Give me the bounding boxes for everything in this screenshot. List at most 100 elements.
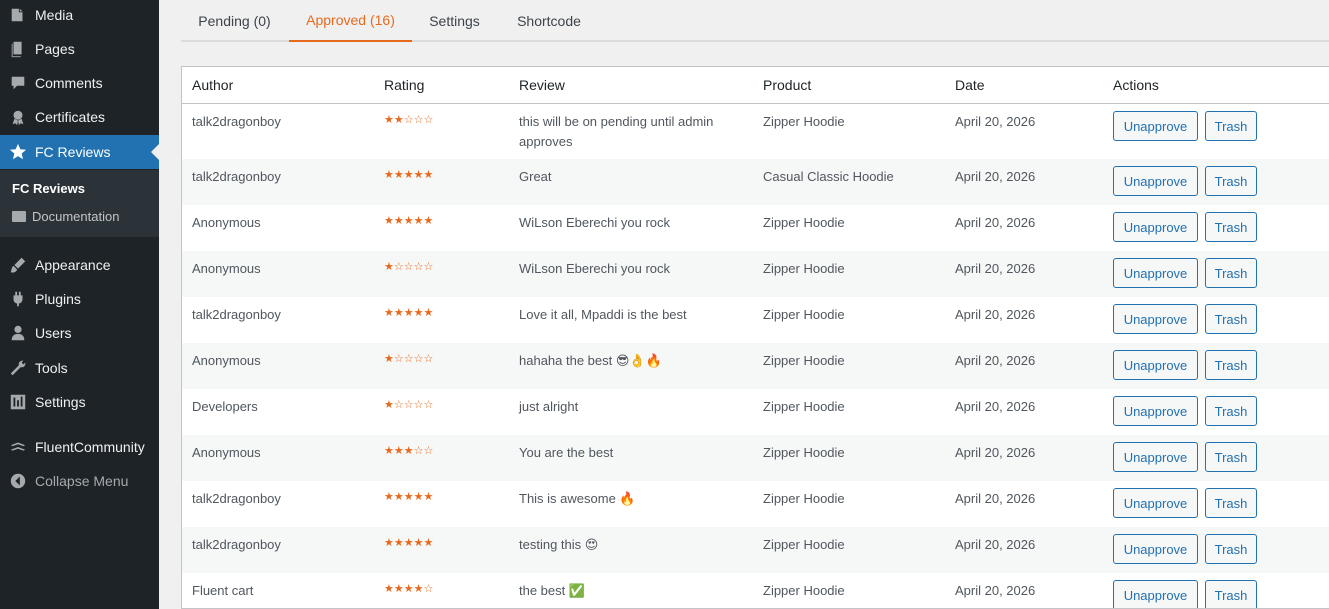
trash-button[interactable]: Trash: [1205, 488, 1257, 518]
unapprove-button[interactable]: Unapprove: [1113, 488, 1198, 518]
sidebar-item-comments[interactable]: Comments: [0, 66, 159, 100]
sidebar-item-label: Plugins: [35, 291, 81, 307]
review-text: You are the best: [519, 445, 614, 460]
tab-pending[interactable]: Pending (0): [181, 0, 288, 42]
table-row: talk2dragonboy ★★★★★ testing this 😍 Zipper …: [182, 527, 1329, 573]
sidebar-item-fc-reviews[interactable]: FC Reviews: [0, 135, 159, 169]
star-filled-icon: ★: [423, 215, 434, 227]
submenu-documentation[interactable]: Documentation: [12, 209, 119, 224]
trash-button[interactable]: Trash: [1205, 258, 1257, 288]
star-empty-icon: ☆: [403, 353, 414, 365]
star-filled-icon: ★: [384, 445, 394, 457]
trash-button[interactable]: Trash: [1205, 396, 1257, 426]
sidebar-item-label: Users: [35, 325, 72, 341]
unapprove-button[interactable]: Unapprove: [1113, 212, 1198, 242]
rating-stars: ★★★★☆: [384, 582, 433, 595]
table-row: Anonymous ★★★☆☆ You are the best Zipper Hoo…: [182, 435, 1329, 481]
trash-button[interactable]: Trash: [1205, 580, 1257, 608]
trash-button[interactable]: Trash: [1205, 166, 1257, 196]
trash-button[interactable]: Trash: [1205, 212, 1257, 242]
cell-date: April 20, 2026: [955, 114, 1036, 129]
star-filled-icon: ★: [384, 307, 394, 319]
tab-shortcode[interactable]: Shortcode: [506, 0, 592, 42]
cell-review: You are the best: [519, 443, 739, 463]
cell-review: hahaha the best 😎👌🔥: [519, 351, 739, 371]
cell-product: Zipper Hoodie: [763, 491, 845, 506]
cell-review: Great: [519, 167, 739, 187]
star-filled-icon: ★: [384, 261, 394, 273]
rating-stars: ★★★★★: [384, 306, 433, 319]
cell-review: WiLson Eberechi you rock: [519, 213, 739, 233]
tab-settings[interactable]: Settings: [417, 0, 492, 42]
unapprove-button[interactable]: Unapprove: [1113, 580, 1198, 608]
cell-review: This is awesome 🔥: [519, 489, 739, 509]
unapprove-button[interactable]: Unapprove: [1113, 534, 1198, 564]
rating-stars: ★★☆☆☆: [384, 113, 433, 126]
star-filled-icon: ★: [403, 583, 414, 595]
star-empty-icon: ☆: [403, 399, 414, 411]
sidebar-item-media[interactable]: Media: [0, 0, 159, 32]
sidebar-item-certificates[interactable]: Certificates: [0, 100, 159, 134]
review-tabs: Pending (0) Approved (16) Settings Short…: [181, 0, 1329, 42]
trash-button[interactable]: Trash: [1205, 534, 1257, 564]
star-filled-icon: ★: [384, 583, 394, 595]
unapprove-button[interactable]: Unapprove: [1113, 396, 1198, 426]
cell-author: Fluent cart: [192, 583, 254, 598]
rating-stars: ★★★☆☆: [384, 444, 433, 457]
review-text: testing this 😍: [519, 537, 599, 552]
media-icon: [0, 0, 35, 32]
cell-review: the best ✅: [519, 581, 739, 601]
star-filled-icon: ★: [403, 307, 414, 319]
unapprove-button[interactable]: Unapprove: [1113, 258, 1198, 288]
rating-stars: ★★★★★: [384, 536, 433, 549]
sidebar-item-plugins[interactable]: Plugins: [0, 282, 159, 316]
cell-product: Zipper Hoodie: [763, 114, 845, 129]
star-empty-icon: ☆: [393, 261, 404, 273]
star-filled-icon: ★: [384, 215, 394, 227]
settings-icon: [0, 385, 35, 419]
review-text: this will be on pending until admin: [519, 114, 714, 129]
users-icon: [0, 316, 35, 350]
cell-date: April 20, 2026: [955, 583, 1036, 598]
collapse-menu-button[interactable]: Collapse Menu: [0, 464, 159, 498]
cell-review: Love it all, Mpaddi is the best: [519, 305, 739, 325]
book-icon: [12, 211, 26, 222]
sidebar-item-appearance[interactable]: Appearance: [0, 248, 159, 282]
unapprove-button[interactable]: Unapprove: [1113, 111, 1198, 141]
cell-author: talk2dragonboy: [192, 537, 281, 552]
trash-button[interactable]: Trash: [1205, 442, 1257, 472]
cell-product: Zipper Hoodie: [763, 399, 845, 414]
sidebar-item-fluentcommunity[interactable]: FluentCommunity: [0, 430, 159, 464]
table-row: talk2dragonboy ★★★★★ Love it all, Mpaddi i…: [182, 297, 1329, 343]
trash-button[interactable]: Trash: [1205, 350, 1257, 380]
sidebar-item-label: Pages: [35, 41, 75, 57]
trash-button[interactable]: Trash: [1205, 304, 1257, 334]
header-date: Date: [955, 77, 985, 93]
star-empty-icon: ☆: [413, 445, 424, 457]
sidebar-item-label: FC Reviews: [35, 144, 111, 160]
star-filled-icon: ★: [403, 169, 414, 181]
cell-review: this will be on pending until admin appro…: [519, 112, 739, 152]
review-text: WiLson Eberechi you rock: [519, 215, 671, 230]
star-filled-icon: ★: [413, 307, 424, 319]
tab-approved[interactable]: Approved (16): [289, 0, 412, 42]
sidebar-item-pages[interactable]: Pages: [0, 32, 159, 66]
table-row: talk2dragonboy ★★★★★ This is awesome 🔥 Zipp…: [182, 481, 1329, 527]
unapprove-button[interactable]: Unapprove: [1113, 166, 1198, 196]
sidebar-item-label: Media: [35, 7, 74, 23]
sidebar-item-settings[interactable]: Settings: [0, 385, 159, 419]
sidebar-item-tools[interactable]: Tools: [0, 351, 159, 385]
cell-product: Casual Classic Hoodie: [763, 169, 894, 184]
unapprove-button[interactable]: Unapprove: [1113, 304, 1198, 334]
wrench-icon: [0, 351, 35, 385]
sidebar-item-users[interactable]: Users: [0, 316, 159, 350]
cell-date: April 20, 2026: [955, 215, 1036, 230]
star-filled-icon: ★: [403, 445, 414, 457]
submenu-fc-reviews[interactable]: FC Reviews: [12, 181, 85, 196]
table-row: Developers ★☆☆☆☆ just alright Zipper Hoodie…: [182, 389, 1329, 435]
unapprove-button[interactable]: Unapprove: [1113, 442, 1198, 472]
trash-button[interactable]: Trash: [1205, 111, 1257, 141]
star-filled-icon: ★: [384, 491, 394, 503]
unapprove-button[interactable]: Unapprove: [1113, 350, 1198, 380]
pages-icon: [0, 32, 35, 66]
